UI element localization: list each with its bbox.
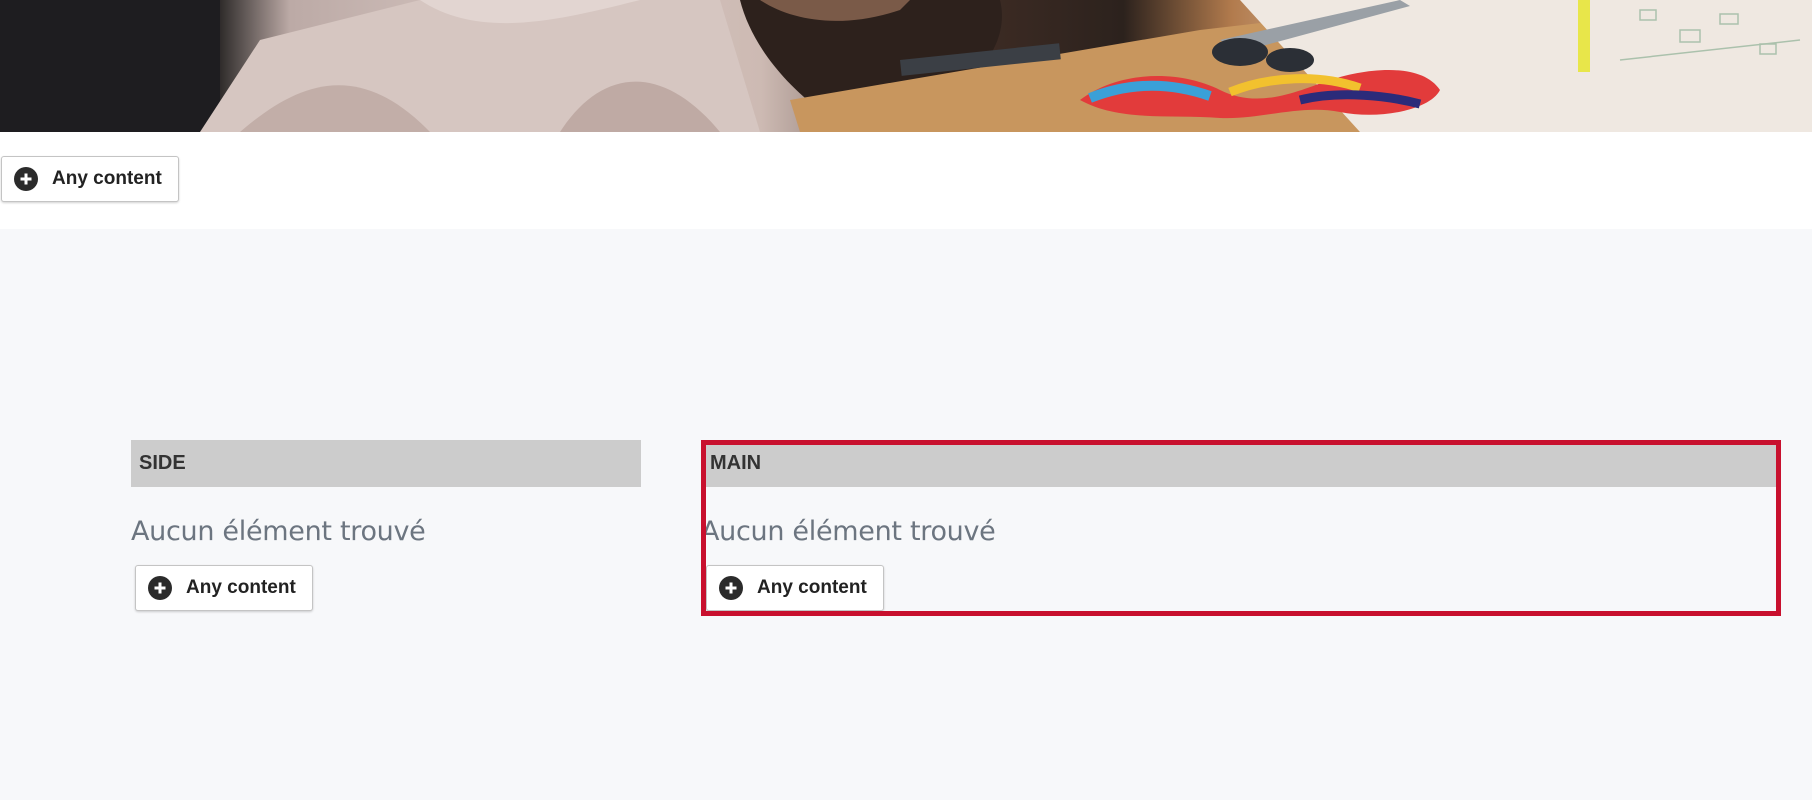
add-content-button-label: Any content — [757, 577, 867, 598]
plus-circle-icon — [14, 167, 38, 191]
region-title-main: MAIN — [710, 452, 762, 474]
add-content-button-main[interactable]: Any content — [706, 565, 884, 611]
empty-message-side: Aucun élément trouvé — [131, 516, 426, 547]
hero-banner-image — [0, 0, 1812, 132]
plus-circle-icon — [719, 576, 743, 600]
hero-photo-illustration — [0, 0, 1812, 132]
add-content-button-side[interactable]: Any content — [135, 565, 313, 611]
region-title-side: SIDE — [139, 452, 186, 474]
regions-section — [0, 229, 1812, 800]
region-header-side: SIDE — [131, 440, 641, 487]
region-header-main: MAIN — [703, 440, 1777, 487]
add-content-button-top[interactable]: Any content — [1, 156, 179, 202]
empty-message-main: Aucun élément trouvé — [701, 516, 996, 547]
add-content-button-label: Any content — [186, 577, 296, 598]
plus-circle-icon — [148, 576, 172, 600]
add-content-button-label: Any content — [52, 168, 162, 189]
